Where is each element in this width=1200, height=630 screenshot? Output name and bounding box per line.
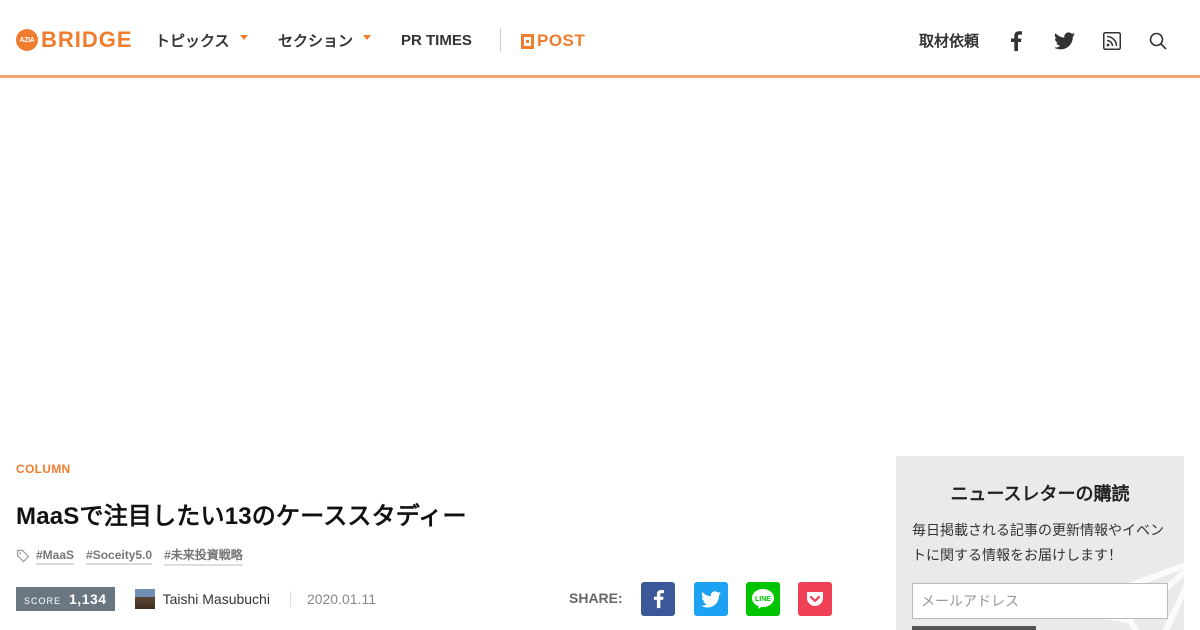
site-header: AZIA BRIDGE トピックス セクション PR TIMES POST 取材… bbox=[0, 0, 1200, 78]
post-logo-mark-icon bbox=[521, 33, 534, 49]
nav-pr-times-label: PR TIMES bbox=[401, 31, 472, 49]
share-facebook-button[interactable] bbox=[641, 582, 675, 616]
newsletter-email-input[interactable] bbox=[912, 583, 1168, 619]
score-value: 1,134 bbox=[69, 591, 107, 607]
author-name[interactable]: Taishi Masubuchi bbox=[163, 591, 270, 607]
bridge-logo-text: BRIDGE bbox=[41, 27, 133, 52]
svg-text:LINE: LINE bbox=[755, 596, 771, 603]
nav-pr-times[interactable]: PR TIMES bbox=[401, 31, 472, 49]
bridge-logo-mark: AZIA bbox=[16, 29, 38, 51]
rss-icon[interactable] bbox=[1101, 30, 1123, 52]
twitter-icon bbox=[701, 590, 721, 607]
search-icon[interactable] bbox=[1147, 30, 1169, 52]
newsletter-title: ニュースレターの購読 bbox=[950, 484, 1130, 504]
nav-sections[interactable]: セクション bbox=[278, 31, 372, 50]
article-title: MaaSで注目したい13のケーススタディー bbox=[16, 503, 467, 530]
share-label: SHARE: bbox=[569, 590, 623, 606]
caret-down-icon bbox=[239, 34, 248, 40]
nav-sections-label: セクション bbox=[278, 32, 354, 50]
twitter-icon[interactable] bbox=[1053, 30, 1075, 52]
article-category[interactable]: COLUMN bbox=[16, 462, 70, 476]
article-tags: #MaaS #Soceity5.0 #未来投資戦略 bbox=[16, 546, 255, 566]
tag-icon bbox=[16, 549, 30, 563]
tag-society5[interactable]: #Soceity5.0 bbox=[86, 548, 153, 565]
meta-divider bbox=[289, 591, 291, 607]
nav-divider bbox=[500, 28, 501, 52]
share-pocket-button[interactable] bbox=[798, 582, 832, 616]
ad-banner-area bbox=[0, 81, 1200, 451]
facebook-icon[interactable] bbox=[1005, 30, 1027, 52]
post-logo[interactable]: POST bbox=[521, 31, 585, 51]
publish-date: 2020.01.11 bbox=[306, 591, 376, 607]
newsletter-submit-button[interactable] bbox=[912, 626, 1036, 630]
nav-topics[interactable]: トピックス bbox=[155, 31, 248, 50]
share-twitter-button[interactable] bbox=[694, 582, 728, 616]
line-icon: LINE bbox=[752, 589, 774, 609]
article-meta: SCORE 1,134 Taishi Masubuchi 2020.01.11 bbox=[16, 587, 376, 611]
tag-future-investment[interactable]: #未来投資戦略 bbox=[164, 546, 243, 566]
post-logo-text: POST bbox=[537, 31, 586, 50]
nav-topics-label: トピックス bbox=[155, 32, 230, 50]
author-avatar[interactable] bbox=[134, 589, 155, 609]
newsletter-signup: ニュースレターの購読 毎日掲載される記事の更新情報やイベントに関する情報をお届け… bbox=[896, 456, 1184, 630]
newsletter-description: 毎日掲載される記事の更新情報やイベントに関する情報をお届けします！ bbox=[912, 522, 1164, 563]
bridge-logo[interactable]: AZIA BRIDGE bbox=[16, 29, 133, 51]
tag-maas[interactable]: #MaaS bbox=[36, 548, 75, 565]
caret-down-icon bbox=[363, 34, 372, 40]
score-badge: SCORE 1,134 bbox=[16, 587, 115, 611]
request-coverage-link[interactable]: 取材依頼 bbox=[919, 30, 979, 51]
facebook-icon bbox=[653, 590, 664, 609]
pocket-icon bbox=[807, 592, 823, 606]
share-line-button[interactable]: LINE bbox=[746, 582, 780, 616]
score-label: SCORE bbox=[24, 595, 62, 606]
